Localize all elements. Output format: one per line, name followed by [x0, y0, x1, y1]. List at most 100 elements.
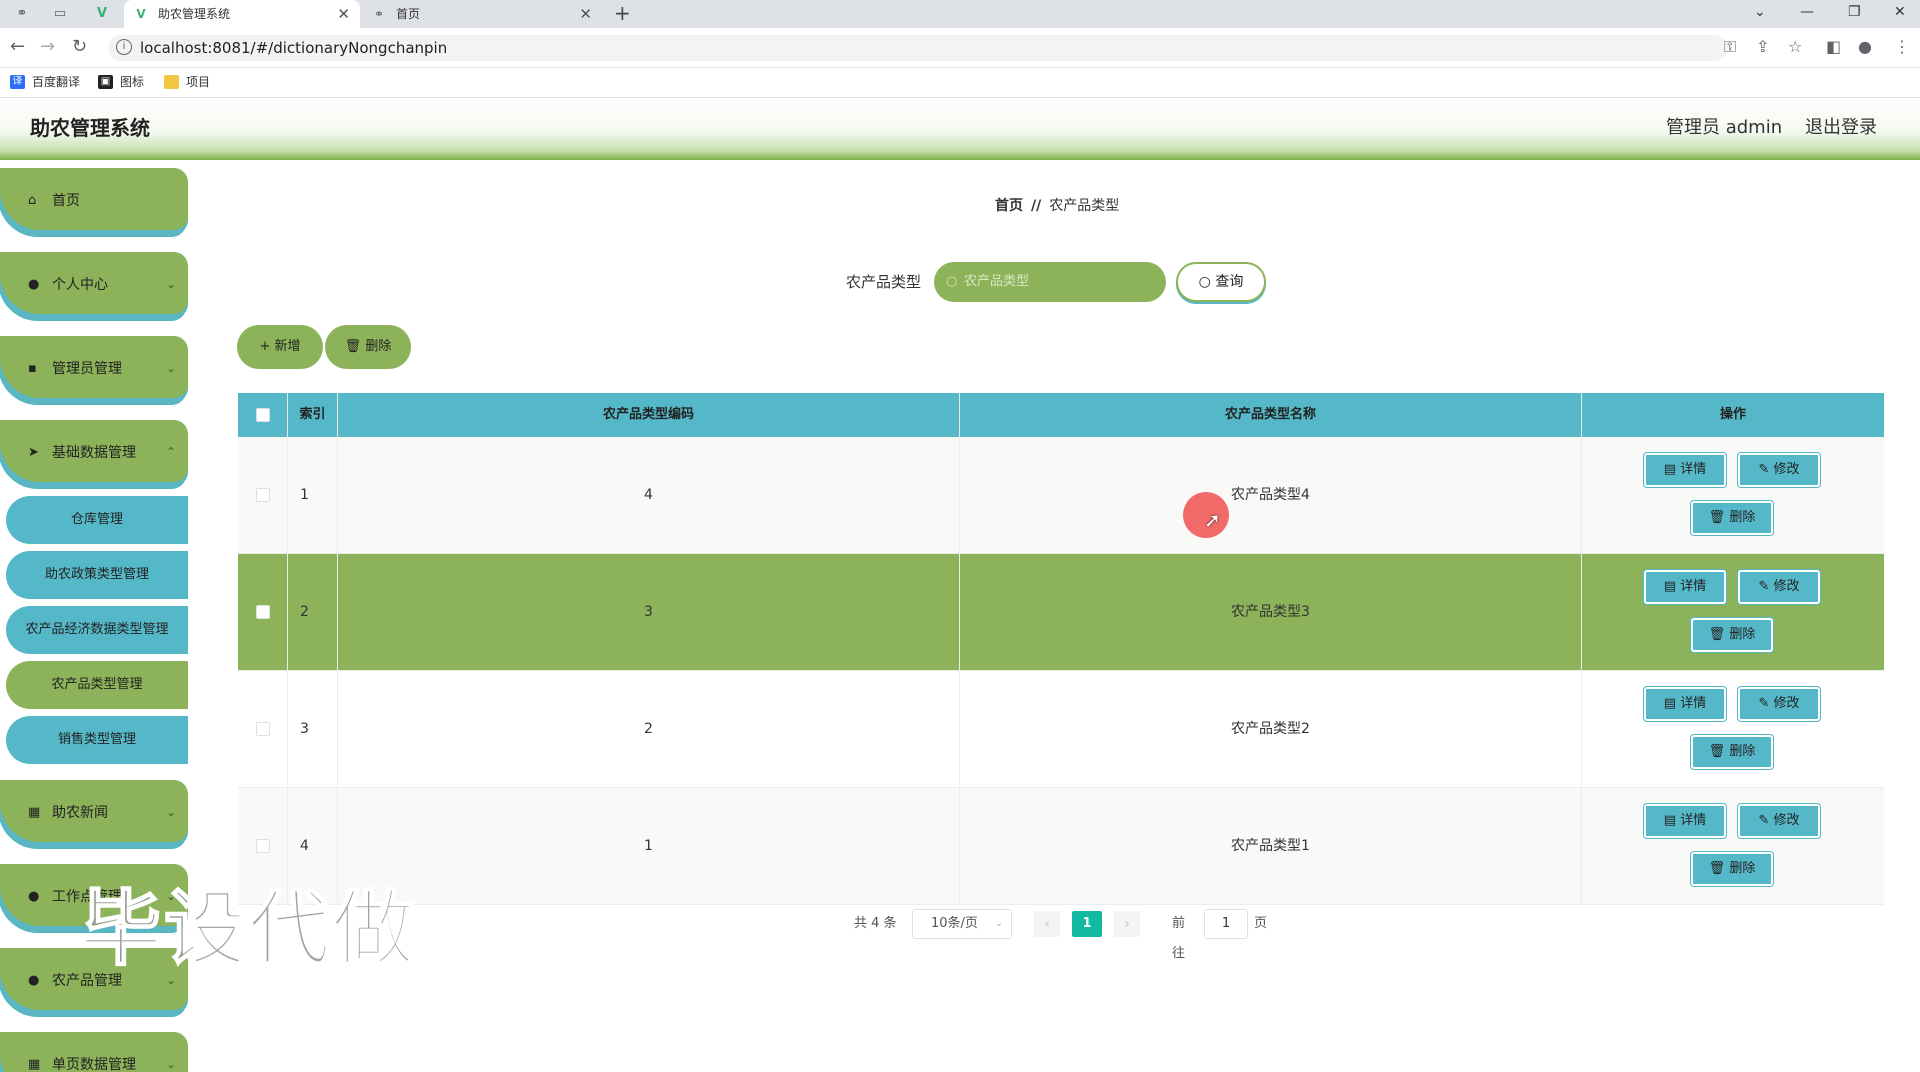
- row-checkbox[interactable]: [256, 839, 270, 853]
- bookmark-icons[interactable]: ▣ 图标: [98, 72, 144, 92]
- search-icon: ○: [1198, 274, 1211, 290]
- document-icon: ▤: [1663, 696, 1681, 711]
- edit-button[interactable]: ✎ 修改: [1738, 687, 1820, 721]
- close-icon[interactable]: ✕: [337, 0, 350, 28]
- close-window-icon[interactable]: ✕: [1894, 0, 1906, 24]
- row-actions: ▤ 详情 ✎ 修改 🗑 删除: [1582, 788, 1884, 905]
- select-all-cell: [238, 393, 288, 437]
- delete-button[interactable]: 🗑 删除: [1691, 852, 1773, 886]
- url-field[interactable]: i localhost:8081/#/dictionaryNongchanpin: [108, 35, 1728, 61]
- goto-label: 前往: [1172, 916, 1186, 961]
- vue-logo-icon[interactable]: V: [92, 4, 112, 24]
- globe-icon[interactable]: ⚭: [12, 4, 32, 24]
- table-row: 1 4 农产品类型4 ▤ 详情 ✎ 修改 🗑 删除: [238, 437, 1884, 554]
- profile-icon[interactable]: ●: [1858, 36, 1872, 58]
- chevron-down-icon[interactable]: ⌄: [1754, 0, 1766, 24]
- reload-icon[interactable]: ↻: [72, 36, 87, 58]
- sidebar-item-personal[interactable]: ● 个人中心 ⌄: [0, 252, 188, 318]
- query-button-label: 查询: [1215, 274, 1244, 290]
- star-icon[interactable]: ☆: [1788, 36, 1802, 58]
- sidebar-subitem-economic-type[interactable]: 农产品经济数据类型管理: [6, 606, 188, 654]
- select-all-checkbox[interactable]: [256, 408, 270, 422]
- tab-active[interactable]: V 助农管理系统 ✕: [124, 0, 360, 28]
- sidebar-item-basic-data[interactable]: ➤ 基础数据管理 ⌃: [0, 420, 188, 486]
- row-checkbox[interactable]: [256, 722, 270, 736]
- sidebar-item-label: 个人中心: [52, 277, 108, 293]
- app-header: 助农管理系统 管理员 admin 退出登录: [0, 98, 1920, 160]
- document-icon: ▤: [1663, 579, 1681, 594]
- add-button[interactable]: + 新增: [237, 325, 323, 369]
- forward-icon[interactable]: →: [40, 36, 55, 58]
- bookmark-label: 图标: [120, 75, 145, 89]
- prev-page-button[interactable]: ‹: [1034, 911, 1060, 937]
- delete-button[interactable]: 🗑 删除: [1691, 735, 1773, 769]
- delete-button[interactable]: 🗑 删除: [1691, 618, 1773, 652]
- row-index: 1: [288, 437, 338, 554]
- edit-button[interactable]: ✎ 修改: [1738, 804, 1820, 838]
- trash-icon: 🗑: [1708, 510, 1730, 525]
- goto-page-input[interactable]: 1: [1204, 909, 1248, 939]
- tab-home[interactable]: ⚭ 首页 ✕: [362, 0, 602, 28]
- back-icon[interactable]: ←: [10, 36, 25, 58]
- chevron-down-icon: ⌄: [165, 805, 176, 819]
- breadcrumb: 首页 // 农产品类型: [995, 196, 1119, 216]
- minimize-icon[interactable]: —: [1800, 0, 1814, 24]
- page-number-current[interactable]: 1: [1072, 911, 1102, 937]
- edit-icon: ✎: [1758, 462, 1774, 477]
- more-icon[interactable]: ⋮: [1894, 36, 1910, 58]
- row-index: 3: [288, 671, 338, 788]
- column-header-code: 农产品类型编码: [338, 393, 960, 437]
- edit-button[interactable]: ✎ 修改: [1738, 570, 1820, 604]
- new-tab-icon[interactable]: +: [614, 0, 631, 26]
- detail-button[interactable]: ▤ 详情: [1644, 570, 1726, 604]
- info-icon[interactable]: i: [116, 39, 132, 55]
- restore-icon[interactable]: ❐: [1848, 0, 1861, 24]
- search-input[interactable]: ○ 农产品类型: [934, 262, 1166, 302]
- detail-button[interactable]: ▤ 详情: [1644, 453, 1726, 487]
- key-icon[interactable]: ⚿: [1724, 36, 1736, 58]
- logout-link[interactable]: 退出登录: [1805, 112, 1877, 144]
- table-row: 2 3 农产品类型3 ▤ 详情 ✎ 修改 🗑 删除: [238, 554, 1884, 671]
- close-icon[interactable]: ✕: [579, 0, 592, 28]
- chevron-down-icon: ⌄: [165, 361, 176, 375]
- chevron-down-icon: ⌄: [994, 918, 1003, 929]
- sidebar-item-news[interactable]: ▦ 助农新闻 ⌄: [0, 780, 188, 846]
- row-checkbox[interactable]: [256, 488, 270, 502]
- breadcrumb-home[interactable]: 首页: [995, 198, 1023, 214]
- delete-label: 删除: [1729, 627, 1756, 642]
- table-row: 3 2 农产品类型2 ▤ 详情 ✎ 修改 🗑 删除: [238, 671, 1884, 788]
- row-checkbox[interactable]: [256, 605, 270, 619]
- edit-label: 修改: [1773, 813, 1800, 828]
- column-header-name: 农产品类型名称: [960, 393, 1582, 437]
- sidebar-item-home[interactable]: ⌂ 首页: [0, 168, 188, 234]
- page-size-select[interactable]: 10条/页 ⌄: [912, 909, 1012, 939]
- detail-button[interactable]: ▤ 详情: [1644, 804, 1726, 838]
- globe-icon: ⚭: [373, 7, 385, 21]
- next-page-button[interactable]: ›: [1114, 911, 1140, 937]
- sidebar-subitem-sales-type[interactable]: 销售类型管理: [6, 716, 188, 764]
- blank-tab-icon[interactable]: ▭: [50, 4, 70, 24]
- detail-button[interactable]: ▤ 详情: [1644, 687, 1726, 721]
- query-button[interactable]: ○ 查询: [1176, 262, 1266, 302]
- sidebar-item-admin[interactable]: ▪ 管理员管理 ⌄: [0, 336, 188, 402]
- sidebar-subitem-product-type[interactable]: 农产品类型管理: [6, 661, 188, 709]
- edit-label: 修改: [1773, 696, 1800, 711]
- main-content: 首页 // 农产品类型 农产品类型 ○ 农产品类型 ○ 查询 + 新增 🗑 删除 索…: [200, 160, 1920, 1072]
- document-icon: ▤: [1663, 462, 1681, 477]
- delete-button[interactable]: 🗑 删除: [1691, 501, 1773, 535]
- batch-delete-button[interactable]: 🗑 删除: [325, 325, 411, 369]
- row-index: 2: [288, 554, 338, 671]
- sidebar-subitem-warehouse[interactable]: 仓库管理: [6, 496, 188, 544]
- detail-label: 详情: [1680, 579, 1707, 594]
- row-code: 2: [338, 671, 960, 788]
- edit-button[interactable]: ✎ 修改: [1738, 453, 1820, 487]
- edit-icon: ✎: [1758, 696, 1774, 711]
- sidebar-item-label: 助农新闻: [52, 805, 108, 821]
- bookmark-translate[interactable]: 译 百度翻译: [10, 72, 80, 92]
- sidepanel-icon[interactable]: ◧: [1826, 36, 1841, 58]
- bookmark-project[interactable]: 项目: [164, 72, 210, 92]
- sidebar-item-single-page[interactable]: ▦ 单页数据管理 ⌄: [0, 1032, 188, 1072]
- row-code: 4: [338, 437, 960, 554]
- sidebar-subitem-policy-type[interactable]: 助农政策类型管理: [6, 551, 188, 599]
- share-icon[interactable]: ⇪: [1756, 36, 1769, 58]
